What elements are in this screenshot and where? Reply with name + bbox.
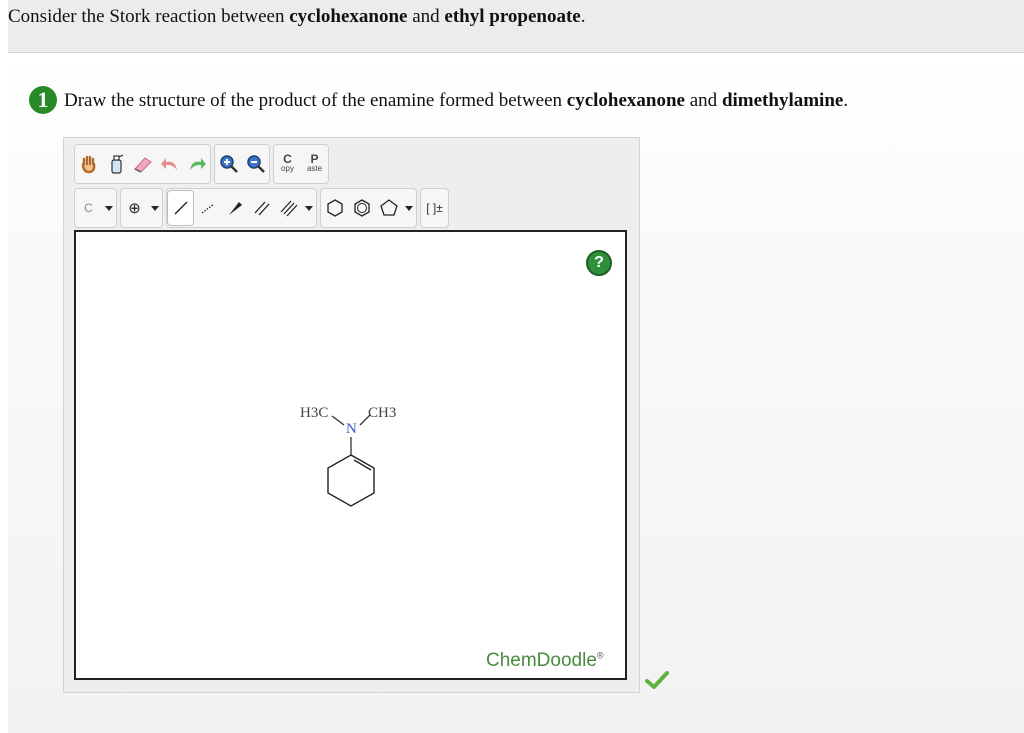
- tool-group-basic: [74, 144, 211, 184]
- eraser-icon[interactable]: [129, 146, 156, 182]
- pan-hand-icon[interactable]: [75, 146, 102, 182]
- step-suffix: .: [843, 90, 849, 111]
- undo-icon[interactable]: [156, 146, 183, 182]
- paste-button[interactable]: Paste: [301, 146, 328, 182]
- paste-icon: Paste: [306, 152, 323, 173]
- cyclopentane-ring-icon[interactable]: [375, 190, 402, 226]
- zoom-in-icon[interactable]: [215, 146, 242, 182]
- question-prefix: Consider the Stork reaction between: [8, 6, 290, 27]
- charge-plus-icon: ⊕: [128, 200, 141, 217]
- help-button[interactable]: ?: [586, 250, 612, 276]
- nitrogen-atom-label: N: [346, 421, 357, 437]
- toolbar-row-1: Copy Paste: [74, 144, 332, 184]
- tool-group-clipboard: Copy Paste: [273, 144, 329, 184]
- step-prefix: Draw the structure of the product of the…: [64, 90, 567, 111]
- dashed-bond-icon[interactable]: [194, 190, 221, 226]
- step-instruction: Draw the structure of the product of the…: [64, 90, 848, 112]
- cyclohexane-ring-icon[interactable]: [321, 190, 348, 226]
- benzene-ring-icon[interactable]: [348, 190, 375, 226]
- bond-dropdown-button[interactable]: [302, 190, 316, 226]
- atom-dropdown-button[interactable]: [102, 190, 116, 226]
- checkmark-icon: [645, 671, 669, 689]
- chemdoodle-logo-text: ChemDoodle: [486, 650, 597, 671]
- tool-group-charge: ⊕: [120, 188, 163, 228]
- step-and: and: [685, 90, 722, 111]
- chevron-down-icon: [405, 205, 413, 211]
- copy-icon: Copy: [281, 152, 294, 173]
- chemdoodle-logo: ChemDoodle®: [486, 650, 604, 672]
- chevron-down-icon: [151, 205, 159, 211]
- step-number-badge: 1: [29, 86, 57, 114]
- step-reagent-2: dimethylamine: [721, 90, 844, 111]
- copy-icon-letter: C: [283, 152, 292, 166]
- chevron-down-icon: [305, 205, 313, 211]
- copy-button[interactable]: Copy: [274, 146, 301, 182]
- tool-group-atom: C: [74, 188, 117, 228]
- copy-icon-rest: opy: [281, 164, 294, 173]
- chevron-down-icon: [105, 205, 113, 211]
- question-reagent-2: ethyl propenoate: [444, 6, 581, 27]
- triple-bond-icon[interactable]: [275, 190, 302, 226]
- single-bond-icon[interactable]: [167, 190, 194, 226]
- methyl-right-label: CH3: [368, 405, 396, 421]
- toolbar-row-2: C ⊕ [ ]±: [74, 188, 452, 228]
- question-suffix: .: [580, 6, 586, 27]
- charge-button[interactable]: ⊕: [121, 190, 148, 226]
- tool-group-bracket: [ ]±: [420, 188, 449, 228]
- tool-group-rings: [320, 188, 417, 228]
- paste-icon-letter: P: [310, 152, 319, 166]
- atom-label-button[interactable]: C: [75, 190, 102, 226]
- charge-dropdown-button[interactable]: [148, 190, 162, 226]
- bracket-charge-icon: [ ]±: [426, 201, 443, 215]
- registered-mark: ®: [596, 650, 604, 661]
- wedge-bond-icon[interactable]: [221, 190, 248, 226]
- clear-bottle-icon[interactable]: [102, 146, 129, 182]
- tool-group-zoom: [214, 144, 270, 184]
- paste-icon-rest: aste: [306, 164, 323, 173]
- ring-dropdown-button[interactable]: [402, 190, 416, 226]
- redo-icon[interactable]: [183, 146, 210, 182]
- question-text: Consider the Stork reaction between cycl…: [8, 6, 585, 28]
- atom-label: C: [84, 201, 93, 215]
- cyclohexene-ring: [327, 454, 375, 507]
- bracket-charge-button[interactable]: [ ]±: [421, 190, 448, 226]
- double-bond-icon[interactable]: [248, 190, 275, 226]
- step-reagent-1: cyclohexanone: [566, 90, 685, 111]
- enamine-structure[interactable]: H3C CH3 N: [290, 395, 400, 515]
- tool-group-bonds: [166, 188, 317, 228]
- zoom-out-icon[interactable]: [242, 146, 269, 182]
- question-header: Consider the Stork reaction between cycl…: [8, 0, 1024, 53]
- question-and: and: [407, 6, 445, 27]
- question-reagent-1: cyclohexanone: [289, 6, 408, 27]
- methyl-left-label: H3C: [300, 405, 328, 421]
